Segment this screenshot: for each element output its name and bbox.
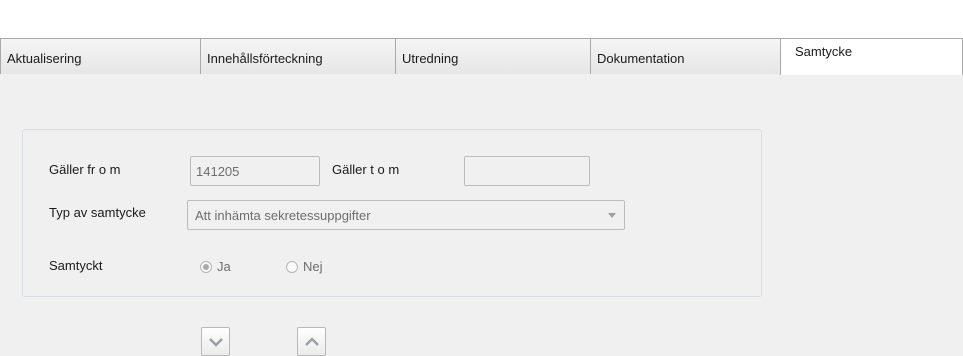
chevron-up-icon	[305, 337, 319, 346]
radio-nej-label: Nej	[303, 259, 323, 274]
radio-nej[interactable]	[286, 261, 298, 273]
tab-label: Samtycke	[795, 44, 853, 59]
tab-innehallsforteckning[interactable]: Innehållsförteckning	[200, 38, 396, 74]
galler-tom-input[interactable]	[464, 156, 590, 186]
chevron-down-icon	[608, 213, 616, 218]
galler-from-value: 141205	[196, 164, 240, 179]
radio-ja-label: Ja	[217, 259, 231, 274]
tab-utredning[interactable]: Utredning	[395, 38, 591, 74]
typ-av-samtycke-select[interactable]: Att inhämta sekretessuppgifter	[187, 200, 625, 230]
samtyckt-label: Samtyckt	[49, 258, 103, 273]
radio-ja[interactable]	[200, 261, 212, 273]
tab-label: Utredning	[402, 51, 459, 66]
move-up-button[interactable]	[297, 327, 326, 356]
move-down-button[interactable]	[201, 327, 230, 356]
consent-panel: Gäller fr o m 141205 Gäller t o m Typ av…	[22, 129, 762, 297]
galler-from-label: Gäller fr o m	[49, 162, 121, 177]
tab-samtycke[interactable]: Samtycke	[780, 38, 963, 75]
tab-aktualisering[interactable]: Aktualisering	[0, 38, 201, 74]
galler-tom-label: Gäller t o m	[332, 162, 400, 177]
tab-label: Dokumentation	[597, 51, 685, 66]
top-strip	[0, 0, 963, 38]
tab-dokumentation[interactable]: Dokumentation	[590, 38, 781, 74]
tab-bar: Aktualisering Innehållsförteckning Utred…	[0, 38, 963, 75]
tab-label: Aktualisering	[7, 51, 82, 66]
tab-label: Innehållsförteckning	[207, 51, 323, 66]
chevron-down-icon	[209, 338, 223, 347]
galler-from-input[interactable]: 141205	[190, 156, 320, 186]
typ-av-samtycke-label: Typ av samtycke	[49, 205, 146, 220]
typ-av-samtycke-value: Att inhämta sekretessuppgifter	[195, 208, 371, 223]
